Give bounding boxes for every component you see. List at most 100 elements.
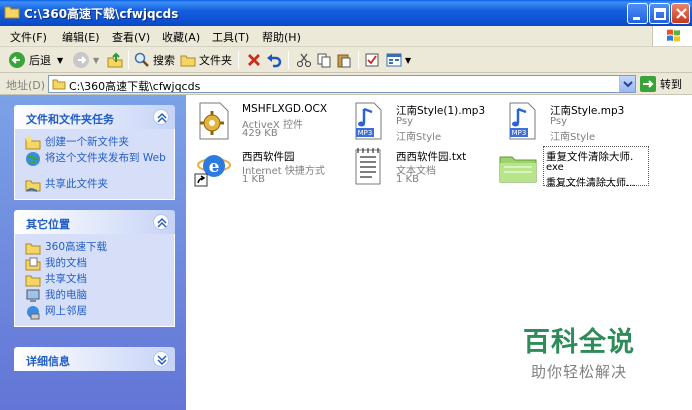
other-places-panel: 其它位置 360高速下载 我的文档 共享文档 我的电脑 网上邻居 [14,210,175,327]
windows-logo-icon [652,26,692,46]
go-label: 转到 [660,78,682,91]
address-path: C:\360高速下载\cfwjqcds [69,80,201,93]
back-arrow-icon [9,52,25,68]
task-share-folder[interactable]: 共享此文件夹 [15,177,174,193]
menu-favorites[interactable]: 收藏(A) [162,29,200,45]
file-item[interactable]: MSHFLXGD.OCX ActiveX 控件 429 KB [194,101,344,141]
scissors-icon [297,53,311,67]
file-item[interactable]: e 西西软件园 Internet 快捷方式 1 KB [194,147,344,187]
back-button[interactable]: 后退 ▼ [8,50,63,70]
task-share-folder-label: 共享此文件夹 [45,178,108,190]
shared-folder-icon [25,275,41,287]
details-title: 详细信息 [26,355,70,368]
back-dropdown-icon[interactable]: ▼ [57,56,63,65]
chevron-down-icon [157,355,167,366]
text-file-icon [355,148,381,185]
search-button[interactable]: 搜索 [134,50,175,70]
address-dropdown-button[interactable] [619,76,635,92]
task-new-folder[interactable]: 创建一个新文件夹 [15,135,174,151]
properties-icon [365,53,379,67]
copy-button[interactable] [316,50,335,70]
cut-button[interactable] [296,50,315,70]
watermark-slogan: 助你轻松解决 [530,363,627,381]
network-icon [27,306,40,320]
details-header[interactable]: 详细信息 [14,347,175,371]
menu-tools[interactable]: 工具(T) [212,29,249,45]
address-input[interactable]: C:\360高速下载\cfwjqcds [48,75,636,93]
file-size: 1 KB [396,174,419,185]
globe-icon [26,152,40,166]
file-item[interactable]: MP3 江南Style.mp3 Psy 江南Style [502,101,652,143]
paste-icon [337,54,351,68]
mp3-icon: MP3 [355,102,382,140]
menu-view[interactable]: 查看(V) [112,29,150,45]
expand-button[interactable] [153,351,169,367]
folders-button[interactable]: 文件夹 [180,50,232,70]
folders-icon [180,55,196,67]
toolbar-separator [288,51,289,69]
menu-file[interactable]: 文件(F) [10,29,47,45]
collapse-button[interactable] [153,109,169,125]
file-item[interactable]: MP3 江南Style(1).mp3 Psy 江南Style [348,101,498,143]
views-button[interactable]: ▼ [386,50,411,70]
chevron-up-icon [157,112,167,123]
computer-icon [26,289,40,302]
forward-dropdown-icon[interactable]: ▼ [93,56,99,65]
go-button[interactable]: 转到 [640,76,682,92]
svg-text:MP3: MP3 [512,129,527,137]
task-publish-web[interactable]: 将这个文件夹发布到 Web [15,151,174,177]
place-360-download[interactable]: 360高速下载 [15,240,174,256]
menu-help[interactable]: 帮助(H) [262,29,301,45]
file-album: 江南Style [396,132,442,143]
place-label: 共享文档 [45,273,87,285]
file-extension: exe [546,162,564,173]
file-tasks-title: 文件和文件夹任务 [26,113,114,126]
forward-arrow-icon [73,52,89,68]
file-tasks-header[interactable]: 文件和文件夹任务 [14,105,175,129]
folder-icon [25,243,41,255]
file-description: 重复文件清除大师... [546,178,636,189]
toolbar: 后退 ▼ ▼ 搜索 文件夹 ▼ [0,47,692,73]
place-my-documents[interactable]: 我的文档 [15,256,174,272]
chevron-down-icon [623,81,633,88]
properties-button[interactable] [364,50,383,70]
mp3-icon: MP3 [509,102,536,140]
minimize-button[interactable] [627,3,648,24]
menu-edit[interactable]: 编辑(E) [62,29,100,45]
collapse-button[interactable] [153,214,169,230]
views-dropdown-icon[interactable]: ▼ [405,56,411,65]
svg-text:MP3: MP3 [358,129,373,137]
delete-x-icon [248,54,260,66]
delete-button[interactable] [246,50,265,70]
copy-icon [317,53,331,68]
place-my-computer[interactable]: 我的电脑 [15,288,174,304]
close-icon [676,8,687,19]
menu-bar: 文件(F) 编辑(E) 查看(V) 收藏(A) 工具(T) 帮助(H) [0,26,692,47]
place-shared-documents[interactable]: 共享文档 [15,272,174,288]
forward-button[interactable]: ▼ [72,50,99,70]
place-network[interactable]: 网上邻居 [15,304,174,320]
file-artist: Psy [550,116,567,127]
close-button[interactable] [671,3,690,24]
other-places-body: 360高速下载 我的文档 共享文档 我的电脑 网上邻居 [14,234,175,327]
views-icon [386,53,402,67]
file-item[interactable]: 西西软件园.txt 文本文档 1 KB [348,147,498,187]
file-album: 江南Style [550,132,596,143]
other-places-header[interactable]: 其它位置 [14,210,175,234]
details-panel: 详细信息 [14,347,175,371]
undo-button[interactable] [266,50,285,70]
maximize-button[interactable] [649,3,670,24]
minimize-icon [633,17,640,20]
place-label: 我的文档 [45,257,87,269]
go-arrow-icon [640,76,656,92]
place-label: 我的电脑 [45,289,87,301]
file-tasks-panel: 文件和文件夹任务 创建一个新文件夹 将这个文件夹发布到 Web 共享此文件夹 [14,105,175,200]
watermark: 百科全说 助你轻松解决 [514,320,644,382]
activex-icon [199,102,229,140]
my-documents-icon [25,257,41,271]
other-places-title: 其它位置 [26,218,70,231]
exe-folder-icon [499,156,537,183]
file-item-selected[interactable]: 重复文件清除大师. exe 重复文件清除大师... [498,146,649,189]
up-folder-button[interactable] [106,50,127,70]
paste-button[interactable] [336,50,355,70]
